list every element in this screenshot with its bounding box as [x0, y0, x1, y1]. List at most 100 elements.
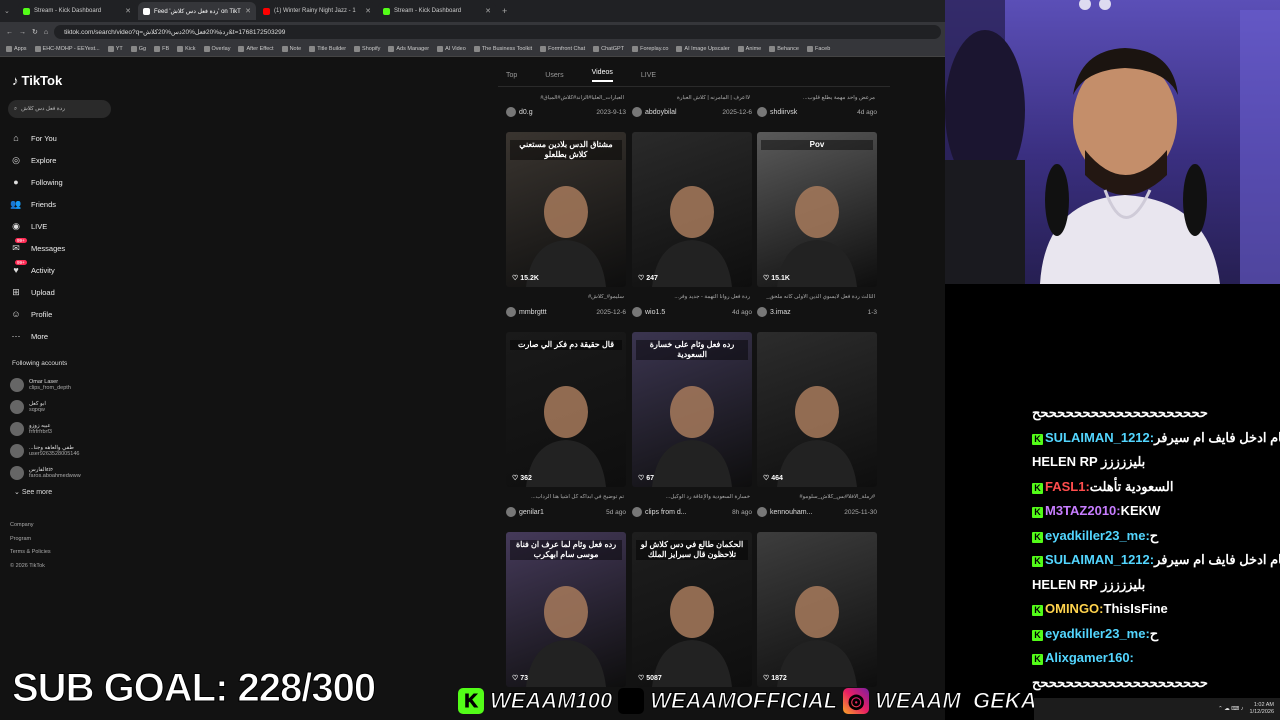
following-account[interactable]: ابو كعل sqpqw — [10, 396, 118, 418]
like-value: 15.1K — [771, 275, 790, 282]
footer-company[interactable]: Company — [10, 519, 51, 533]
browser-tab-active[interactable]: Feed 'ردة فعل دس كلاش' on TikT ✕ — [138, 2, 256, 20]
heart-icon: ♡ — [763, 475, 772, 482]
video-thumbnail[interactable]: الحكمان طالع في دس كلاش لو تلاحظون قال س… — [632, 532, 752, 687]
video-meta[interactable]: kennouham... 2025-11-30 — [757, 507, 877, 517]
see-more-link[interactable]: ⌄ See more — [14, 488, 52, 496]
account-handle: frfrfrfrbrf3 — [29, 429, 52, 435]
bookmark-item[interactable]: Anime — [737, 46, 761, 52]
chat-username[interactable]: FASL1: — [1045, 479, 1090, 494]
chat-message: ححححححححححححححححححححح — [1032, 675, 1208, 691]
url-field[interactable]: tiktok.com/search/video?q=ردة%20فعل%20دس… — [54, 25, 941, 39]
following-account[interactable]: الفارس𝔞𝔯𝔬 faros.aboahmedwww — [10, 462, 118, 484]
video-thumbnail[interactable]: ♡ 464 — [757, 332, 877, 487]
search-input[interactable]: ⌕ ردة فعل دس كلاش — [8, 100, 111, 118]
chat-username[interactable]: eyadkiller23_me: — [1045, 528, 1150, 543]
video-thumbnail[interactable]: ♡ 1872 — [757, 532, 877, 687]
chat-username[interactable]: SULAIMAN_1212: — [1045, 552, 1154, 567]
video-meta[interactable]: 3.imaz 1-3 — [757, 307, 877, 317]
video-meta[interactable]: mmbrgttt 2025-12-6 — [506, 307, 626, 317]
home-icon[interactable]: ⌂ — [44, 29, 48, 36]
following-account[interactable]: عبيه زوزو frfrfrfrbrf3 — [10, 418, 118, 440]
video-meta[interactable]: clips from d... 8h ago — [632, 507, 752, 517]
like-value: 1872 — [771, 675, 787, 682]
browser-tab[interactable]: (1) Winter Rainy Night Jazz - 1 ✕ — [258, 2, 376, 20]
avatar — [10, 422, 24, 436]
bookmark-item[interactable]: Formfront Chat — [540, 46, 585, 52]
chat-username[interactable]: Alixgamer160: — [1045, 650, 1134, 665]
bookmark-item[interactable]: Kick — [177, 46, 196, 52]
bookmark-item[interactable]: Gg — [130, 46, 146, 52]
bookmark-icon — [437, 46, 444, 52]
bookmark-item[interactable]: YT — [107, 46, 123, 52]
avatar — [757, 507, 767, 517]
sidebar-item-explore[interactable]: ◎ Explore — [10, 149, 115, 171]
bookmark-item[interactable]: Faceb — [806, 46, 830, 52]
close-icon[interactable]: ✕ — [125, 7, 131, 15]
back-icon[interactable]: ← — [6, 29, 13, 36]
upload-icon: ⊞ — [12, 286, 20, 297]
chat-username[interactable]: M3TAZ2010: — [1045, 503, 1121, 518]
sidebar-item-more[interactable]: ⋯ More — [10, 325, 115, 347]
video-thumbnail[interactable]: مشتاق الدس بلادين مستعني كلاش بطلعلو ♡ 15… — [506, 132, 626, 287]
video-thumbnail[interactable]: ♡ 247 — [632, 132, 752, 287]
bookmark-item[interactable]: AI Video — [437, 46, 466, 52]
tray-icons[interactable]: ⌃ ☁ ⌨ ♪ — [1218, 706, 1243, 712]
video-thumbnail[interactable]: Pov ♡ 15.1K — [757, 132, 877, 287]
chat-username[interactable]: OMINGO: — [1045, 601, 1104, 616]
sidebar-nav: ⌂ For You ◎ Explore ● Following 👥 Friends ◉ LIVE ✉… — [10, 127, 115, 347]
video-meta[interactable]: genilar1 5d ago — [506, 507, 626, 517]
video-thumbnail[interactable]: رده فعل وئام على خسارة السعودية ♡ 67 — [632, 332, 752, 487]
sidebar-item-upload[interactable]: ⊞ Upload — [10, 281, 115, 303]
tab-list-icon[interactable]: ⌄ — [4, 7, 16, 15]
tiktok-logo[interactable]: ♪ TikTok — [12, 73, 62, 88]
bookmark-item[interactable]: Apps — [6, 46, 27, 52]
bookmark-item[interactable]: Behance — [769, 46, 799, 52]
following-account[interactable]: ...طفي والعاهه وجنا user9263528005146 — [10, 440, 118, 462]
bookmark-item[interactable]: After Effect — [238, 46, 274, 52]
tab-users[interactable]: Users — [545, 72, 563, 79]
video-thumbnail[interactable]: قال حقيقة دم فكر الي صارت ♡ 362 — [506, 332, 626, 487]
browser-tab[interactable]: Stream - Kick Dashboard ✕ — [18, 2, 136, 20]
following-account[interactable]: Omar Laser clips_from_depth — [10, 374, 118, 396]
chat-username[interactable]: eyadkiller23_me: — [1045, 626, 1150, 641]
sidebar-item-following[interactable]: ● Following — [10, 171, 115, 193]
bookmark-item[interactable]: Note — [281, 46, 301, 52]
close-icon[interactable]: ✕ — [485, 7, 491, 15]
sidebar-item-activity[interactable]: ♥ 99+ Activity — [10, 259, 115, 281]
chat-username[interactable]: SULAIMAN_1212: — [1045, 430, 1154, 445]
sidebar-item-messages[interactable]: ✉ 99+ Messages — [10, 237, 115, 259]
bookmark-item[interactable]: Shopify — [354, 46, 380, 52]
bookmark-item[interactable]: Title Builder — [309, 46, 346, 52]
bookmark-item[interactable]: AI Image Upscaler — [676, 46, 730, 52]
close-icon[interactable]: ✕ — [365, 7, 371, 15]
tab-live[interactable]: LIVE — [641, 72, 656, 79]
bookmark-item[interactable]: Foreplay.co — [632, 46, 668, 52]
browser-tab[interactable]: Stream - Kick Dashboard ✕ — [378, 2, 496, 20]
bookmark-item[interactable]: Overlay — [203, 46, 230, 52]
forward-icon[interactable]: → — [19, 29, 26, 36]
close-icon[interactable]: ✕ — [245, 7, 251, 15]
bookmark-item[interactable]: The Business Toolkit — [473, 46, 532, 52]
new-tab-icon[interactable]: + — [502, 6, 507, 16]
sidebar-item-for-you[interactable]: ⌂ For You — [10, 127, 115, 149]
social-handles: K WEAAM100 𝕏 WEAAMOFFICIAL ◎ WEAAM_GEKA — [458, 684, 1037, 718]
account-handle: faros.aboahmedwww — [29, 473, 81, 479]
tab-top[interactable]: Top — [506, 72, 517, 79]
sidebar-item-profile[interactable]: ☺ Profile — [10, 303, 115, 325]
sidebar-item-live[interactable]: ◉ LIVE — [10, 215, 115, 237]
reload-icon[interactable]: ↻ — [32, 28, 38, 36]
sidebar-item-friends[interactable]: 👥 Friends — [10, 193, 115, 215]
footer-program[interactable]: Program — [10, 533, 51, 547]
video-meta[interactable]: wio1.5 4d ago — [632, 307, 752, 317]
video-meta[interactable]: d0.g 2023-9-13 — [506, 107, 626, 117]
video-thumbnail[interactable]: رده فعل وئام لما عرف ان فناة موسى سام اب… — [506, 532, 626, 687]
video-meta[interactable]: abdoybilal 2025-12-6 — [632, 107, 752, 117]
bookmark-item[interactable]: FB — [154, 46, 169, 52]
video-meta[interactable]: shdiirvsk 4d ago — [757, 107, 877, 117]
bookmark-item[interactable]: Ads Manager — [388, 46, 429, 52]
tab-videos[interactable]: Videos — [591, 69, 613, 82]
bookmark-item[interactable]: EHC-MOHP - EEYest... — [34, 46, 100, 52]
footer-terms[interactable]: Terms & Policies — [10, 546, 51, 560]
bookmark-item[interactable]: ChatGPT — [593, 46, 624, 52]
